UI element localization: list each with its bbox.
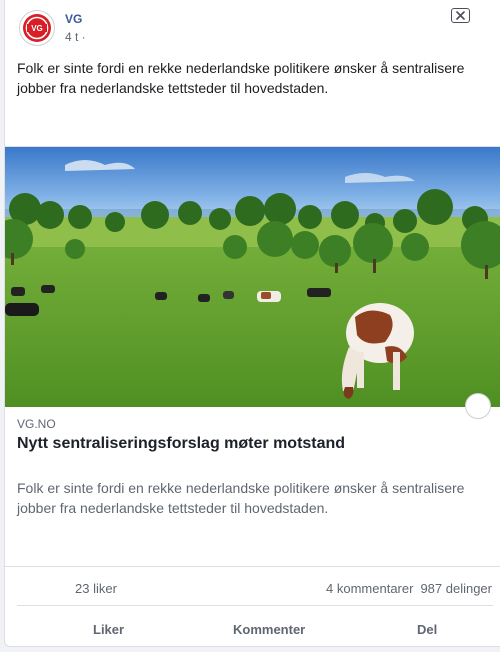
post-message: Folk er sinte fordi en rekke nederlandsk… [17,60,465,96]
close-button[interactable] [451,8,470,23]
likes-count[interactable]: 23 liker [75,581,117,596]
divider [5,566,500,567]
vg-logo: VG [23,14,51,42]
svg-text:VG: VG [31,24,43,33]
comments-count[interactable]: 4 kommentarer [326,581,413,596]
link-preview-image[interactable] [5,146,500,407]
link-title[interactable]: Nytt sentraliseringsforslag møter motsta… [17,435,345,453]
close-icon [456,11,465,20]
like-button[interactable]: Liker [93,622,124,637]
save-link-circle[interactable] [465,393,491,419]
post-timestamp[interactable]: 4 t · [65,30,86,44]
engagement-counts: 4 kommentarer 987 delinger [326,581,492,596]
post-card: VG VG 4 t · Folk er sinte fordi en rekke… [4,0,500,647]
cows-pasture-photo [5,147,500,407]
link-description[interactable]: Folk er sinte fordi en rekke nederlandsk… [17,478,487,518]
link-domain[interactable]: VG.NO [17,417,56,431]
shares-count[interactable]: 987 delinger [420,581,492,596]
comment-button[interactable]: Kommenter [233,622,305,637]
share-button[interactable]: Del [417,622,437,637]
actions-divider [17,605,493,606]
page-avatar[interactable]: VG [19,10,55,46]
page-name[interactable]: VG [65,12,82,26]
